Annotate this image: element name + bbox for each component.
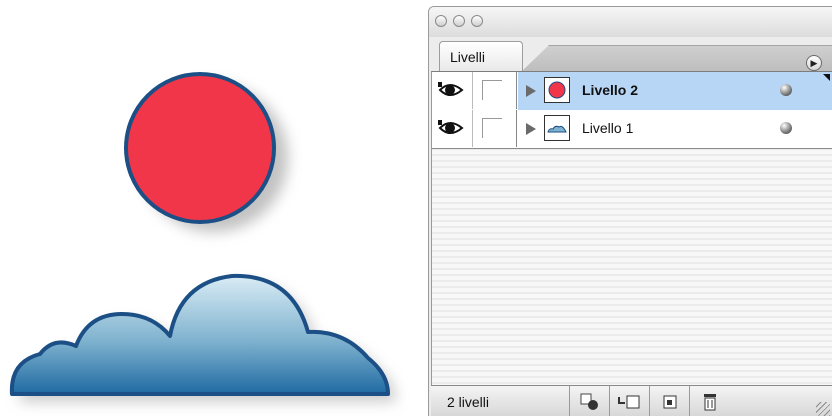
cloud-shape <box>9 273 390 396</box>
artwork-canvas <box>9 72 396 402</box>
layer-thumbnail <box>544 77 570 103</box>
layer-count: 2 livelli <box>447 394 490 410</box>
layer-label-zone[interactable]: Livello 1 <box>518 110 832 148</box>
selection-target-icon <box>580 393 598 410</box>
visibility-toggle[interactable] <box>432 72 473 109</box>
layer-row-livello-2[interactable]: Livello 2 <box>432 72 832 111</box>
lock-box-icon <box>482 118 502 138</box>
new-layer-button[interactable] <box>649 386 689 416</box>
target-circle-icon[interactable] <box>780 84 792 96</box>
trash-icon <box>704 394 716 411</box>
tab-livelli[interactable]: Livelli <box>439 41 523 71</box>
zoom-button[interactable] <box>471 15 483 27</box>
new-layer-from-icon <box>618 395 640 409</box>
new-layer-from-button[interactable] <box>609 386 649 416</box>
lock-toggle[interactable] <box>472 110 517 147</box>
tab-strip <box>521 45 832 72</box>
sun-shape <box>124 72 276 224</box>
red-circle-icon <box>548 81 566 99</box>
minimize-button[interactable] <box>453 15 465 27</box>
layer-thumbnail <box>544 115 570 141</box>
panel-titlebar[interactable] <box>429 7 832 37</box>
play-arrow-icon: ▶ <box>810 58 818 68</box>
panel-menu-button[interactable]: ▶ <box>806 55 822 71</box>
expand-triangle-icon[interactable] <box>526 123 536 135</box>
selection-corner-icon <box>823 74 830 81</box>
lock-box-icon <box>482 80 502 100</box>
selection-target-button[interactable] <box>569 386 609 416</box>
tab-label: Livelli <box>450 49 486 65</box>
layer-list: Livello 2 Livello 1 <box>431 71 832 385</box>
eye-icon <box>438 120 464 134</box>
layer-row-livello-1[interactable]: Livello 1 <box>432 110 832 149</box>
delete-layer-button[interactable] <box>689 386 729 416</box>
layers-panel: Livelli ▶ Livello 2 Livello 1 2 livelli <box>428 6 832 416</box>
target-circle-icon[interactable] <box>780 122 792 134</box>
cloud-icon <box>547 125 567 133</box>
layer-name[interactable]: Livello 1 <box>582 120 633 136</box>
layer-name[interactable]: Livello 2 <box>582 82 638 98</box>
eye-icon <box>438 82 464 96</box>
expand-triangle-icon[interactable] <box>526 85 536 97</box>
panel-statusbar: 2 livelli <box>431 385 832 416</box>
resize-grip-icon[interactable] <box>816 402 830 416</box>
new-layer-icon <box>663 395 677 409</box>
layer-label-zone[interactable]: Livello 2 <box>518 72 832 110</box>
visibility-toggle[interactable] <box>432 110 473 147</box>
close-button[interactable] <box>435 15 447 27</box>
lock-toggle[interactable] <box>472 72 517 109</box>
